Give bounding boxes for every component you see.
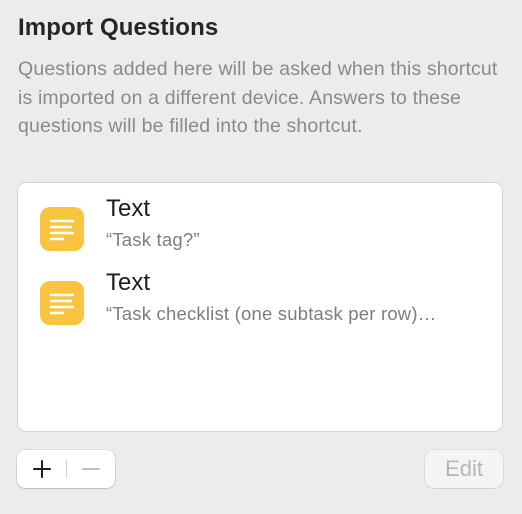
plus-icon — [33, 460, 51, 478]
section-description: Questions added here will be asked when … — [18, 58, 498, 137]
text-lines-icon — [40, 207, 84, 251]
text-lines-icon — [40, 281, 84, 325]
add-remove-control — [17, 450, 115, 488]
minus-icon — [82, 468, 100, 470]
edit-button[interactable]: Edit — [425, 450, 503, 488]
question-type-label: Text — [106, 195, 151, 222]
import-questions-panel: Import Questions Questions added here wi… — [0, 0, 522, 514]
add-question-button[interactable] — [17, 450, 66, 488]
question-prompt: “Task checklist (one subtask per row)… — [106, 303, 437, 324]
remove-question-button[interactable] — [66, 450, 115, 488]
question-row[interactable]: Text “Task tag?” — [18, 191, 502, 263]
section-title: Import Questions — [18, 14, 219, 41]
question-type-label: Text — [106, 269, 151, 296]
question-row[interactable]: Text “Task checklist (one subtask per ro… — [18, 265, 502, 337]
question-list[interactable]: Text “Task tag?” Text “Task checklist (o… — [17, 182, 503, 432]
question-prompt: “Task tag?” — [106, 229, 200, 250]
